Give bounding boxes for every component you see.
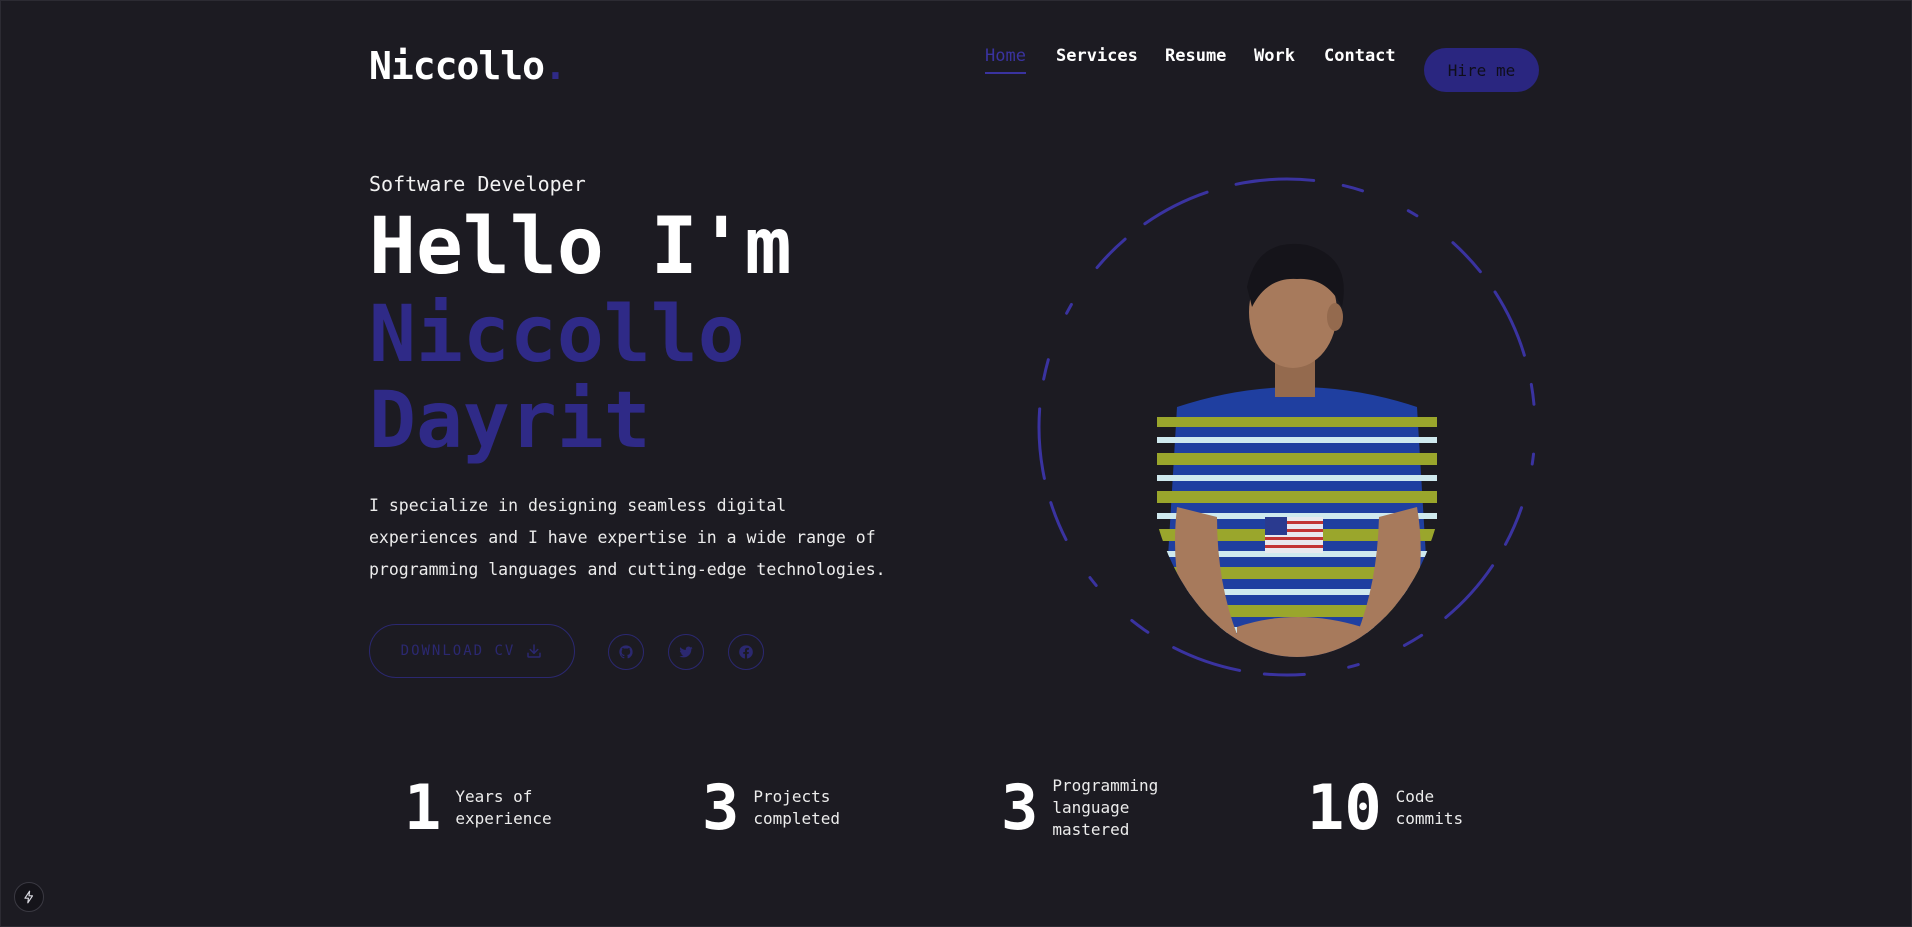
logo[interactable]: Niccollo. <box>369 44 567 88</box>
window-frame <box>0 0 1912 927</box>
github-link[interactable] <box>608 634 644 670</box>
nav-contact[interactable]: Contact <box>1324 46 1396 66</box>
stat-number: 3 <box>702 771 740 844</box>
nav-resume[interactable]: Resume <box>1165 46 1226 66</box>
facebook-link[interactable] <box>728 634 764 670</box>
name-heading: Niccollo Dayrit <box>369 290 745 466</box>
twitter-icon <box>679 646 693 658</box>
stat-years: 1 Years of experience <box>404 775 552 841</box>
nav-home[interactable]: Home <box>985 46 1026 74</box>
stat-number: 10 <box>1307 771 1382 844</box>
stat-label: Code commits <box>1395 787 1464 828</box>
nav-services[interactable]: Services <box>1056 46 1138 66</box>
stat-number: 3 <box>1001 771 1039 844</box>
github-icon <box>619 645 633 659</box>
stat-number: 1 <box>404 771 442 844</box>
stat-languages: 3 Programming language mastered <box>1001 775 1158 841</box>
facebook-icon <box>739 645 753 659</box>
logo-text: Niccollo <box>369 44 545 88</box>
download-cv-button[interactable]: DOWNLOAD CV <box>369 624 575 678</box>
profile-photo <box>1157 243 1437 657</box>
greeting-heading: Hello I'm <box>369 202 792 292</box>
logo-dot: . <box>544 44 567 88</box>
stat-label: Programming language mastered <box>1052 776 1159 839</box>
download-cv-label: DOWNLOAD CV <box>400 643 516 659</box>
nav-work[interactable]: Work <box>1254 46 1295 66</box>
stat-label: Projects completed <box>753 787 841 828</box>
role-title: Software Developer <box>369 172 586 196</box>
download-icon <box>527 644 542 658</box>
lightning-icon[interactable] <box>14 882 44 912</box>
stat-label: Years of experience <box>455 787 552 828</box>
twitter-link[interactable] <box>668 634 704 670</box>
hire-me-button[interactable]: Hire me <box>1424 48 1539 92</box>
stat-commits: 10 Code commits <box>1307 775 1463 841</box>
portrait-area <box>1032 172 1542 682</box>
hero-description: I specialize in designing seamless digit… <box>369 496 886 579</box>
stat-projects: 3 Projects completed <box>702 775 840 841</box>
